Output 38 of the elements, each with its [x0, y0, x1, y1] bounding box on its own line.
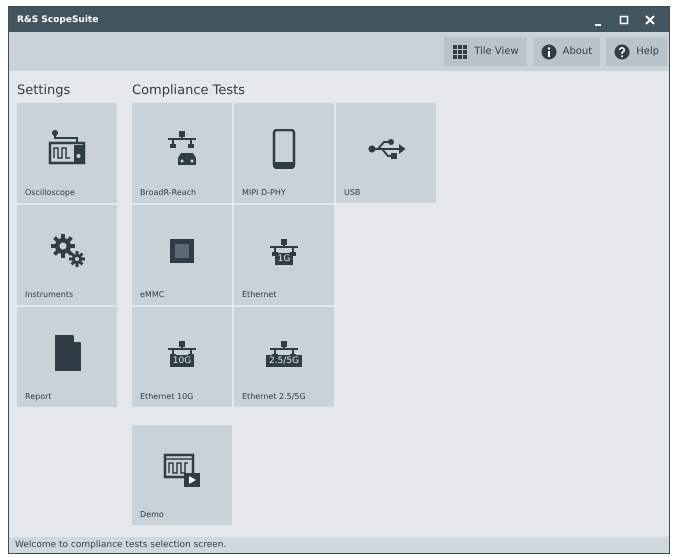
tile[interactable]: Demo [132, 425, 232, 525]
tile-label: Ethernet 2.5/5G [242, 392, 307, 401]
tile[interactable]: Instruments [17, 205, 117, 305]
toolbar-button[interactable]: Tile View [444, 37, 527, 66]
speed-badge: 1G [274, 252, 294, 264]
help-icon [614, 44, 630, 60]
toolbar-button[interactable]: Help [606, 37, 667, 66]
tile-label: Ethernet 10G [140, 392, 194, 401]
tile-label: Demo [140, 510, 165, 519]
tile-label: USB [344, 188, 362, 197]
tile[interactable]: Oscilloscope [17, 103, 117, 203]
tile-label: Oscilloscope [25, 188, 76, 197]
tile[interactable]: 1G Ethernet [234, 205, 334, 305]
section-heading: Compliance Tests [132, 83, 246, 98]
tile[interactable]: 2.5/5G Ethernet 2.5/5G [234, 307, 334, 407]
tile[interactable]: BroadR-Reach [132, 103, 232, 203]
speed-badge: 10G [170, 354, 194, 366]
tile-label: MIPI D-PHY [242, 188, 287, 197]
section-heading: Settings [17, 83, 72, 98]
status-message: Welcome to compliance tests selection screen. [15, 540, 226, 550]
tile[interactable]: 10G Ethernet 10G [132, 307, 232, 407]
maximize-icon [620, 15, 628, 24]
tile-view-icon [452, 44, 468, 60]
tile[interactable]: USB [336, 103, 436, 203]
toolbar-button[interactable]: About [532, 37, 600, 66]
speed-badge: 2.5/5G [266, 354, 302, 366]
tile-label: Ethernet [242, 290, 278, 299]
window-title: R&S ScopeSuite [17, 14, 100, 24]
info-icon [540, 44, 557, 60]
tile[interactable]: eMMC [132, 205, 232, 305]
tile[interactable]: Report [17, 307, 117, 407]
tile-label: eMMC [140, 290, 166, 299]
tile-label: Instruments [25, 290, 74, 299]
minimize-icon [595, 24, 601, 26]
close-icon [645, 14, 655, 24]
tile-label: BroadR-Reach [140, 188, 198, 197]
tile[interactable]: MIPI D-PHY [234, 103, 334, 203]
tile-label: Report [25, 392, 53, 401]
